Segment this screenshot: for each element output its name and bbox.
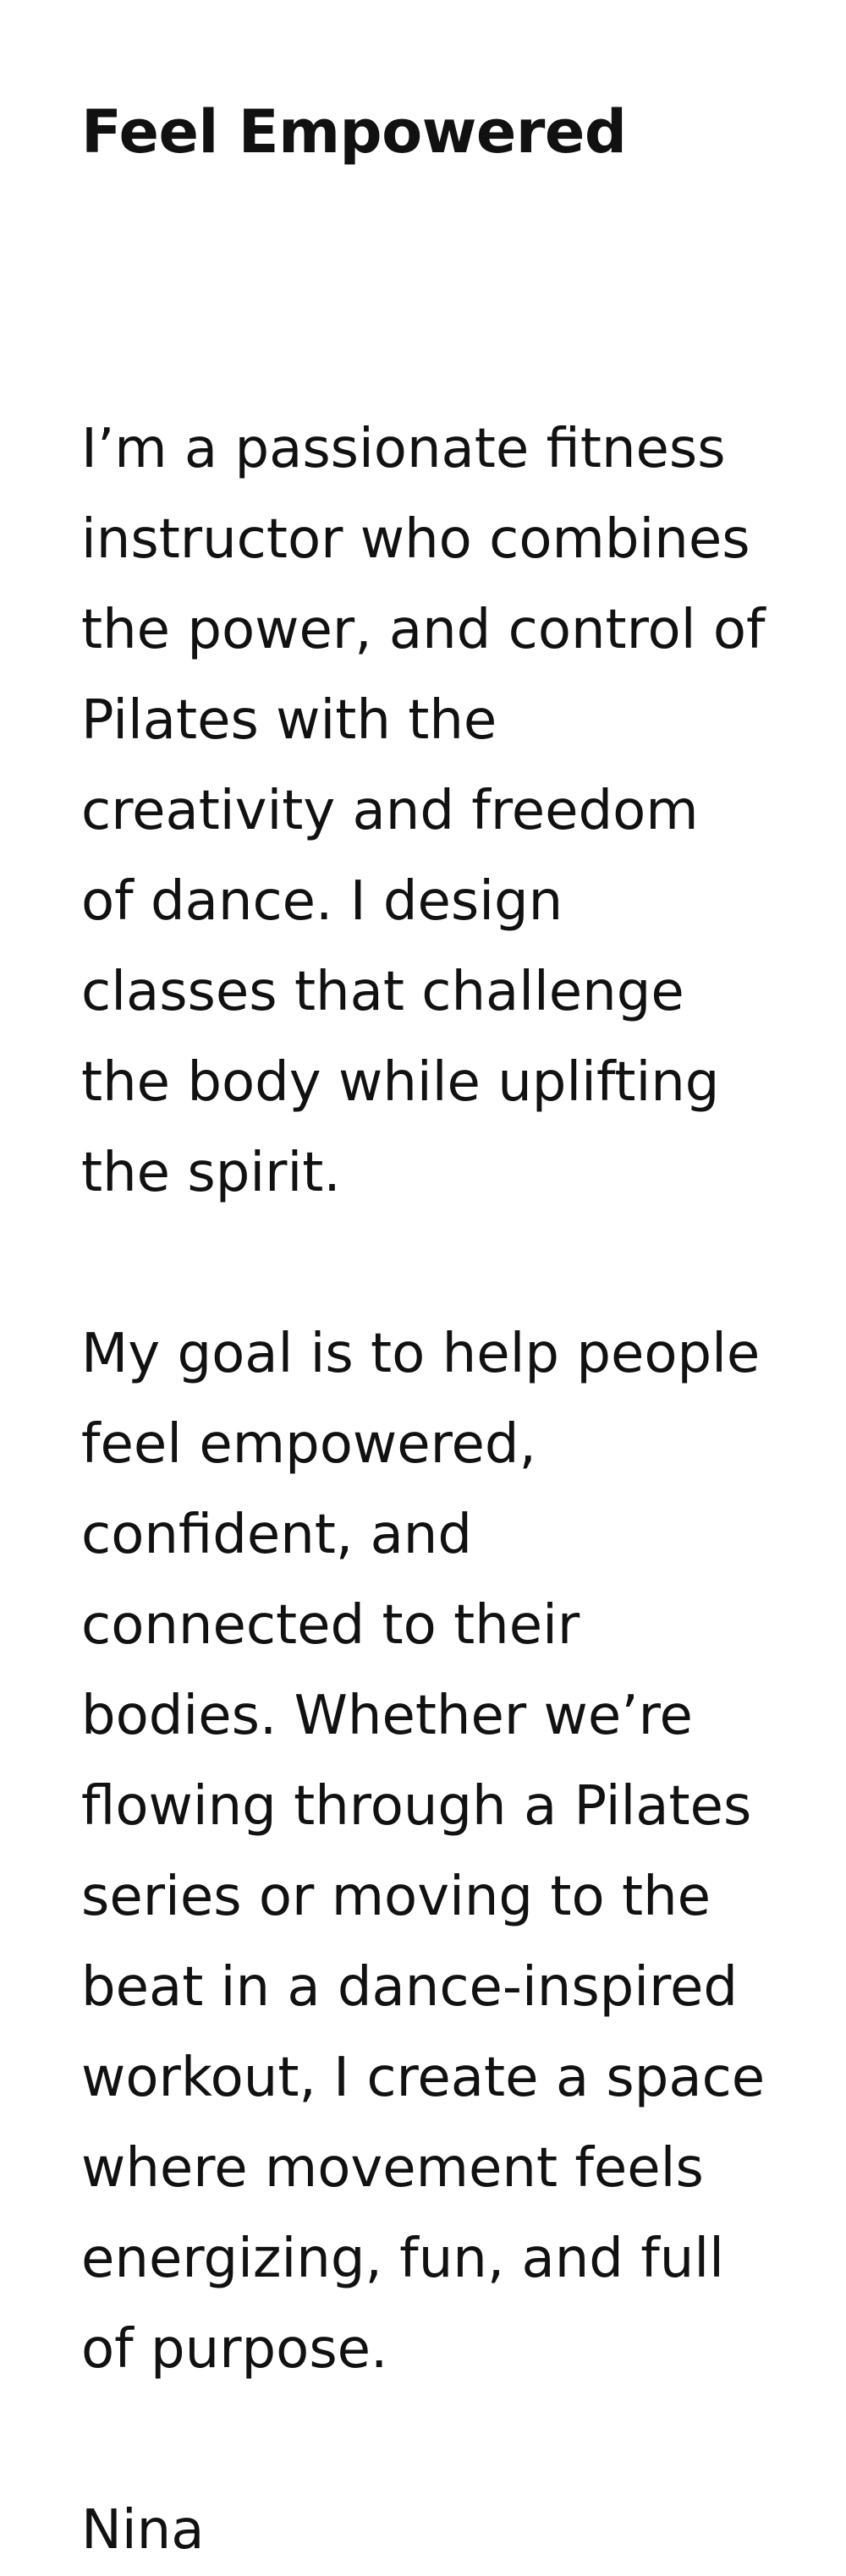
body-text: I’m a passionate fitness instructor who … bbox=[81, 404, 766, 2576]
intro-paragraph: I’m a passionate fitness instructor who … bbox=[81, 418, 766, 1204]
page-title: Feel Empowered bbox=[81, 97, 627, 167]
signature: Nina bbox=[81, 2499, 205, 2562]
page: Feel Empowered I’m a passionate fitness … bbox=[0, 0, 846, 2562]
goal-paragraph: My goal is to help people feel empowered… bbox=[81, 1323, 766, 2381]
